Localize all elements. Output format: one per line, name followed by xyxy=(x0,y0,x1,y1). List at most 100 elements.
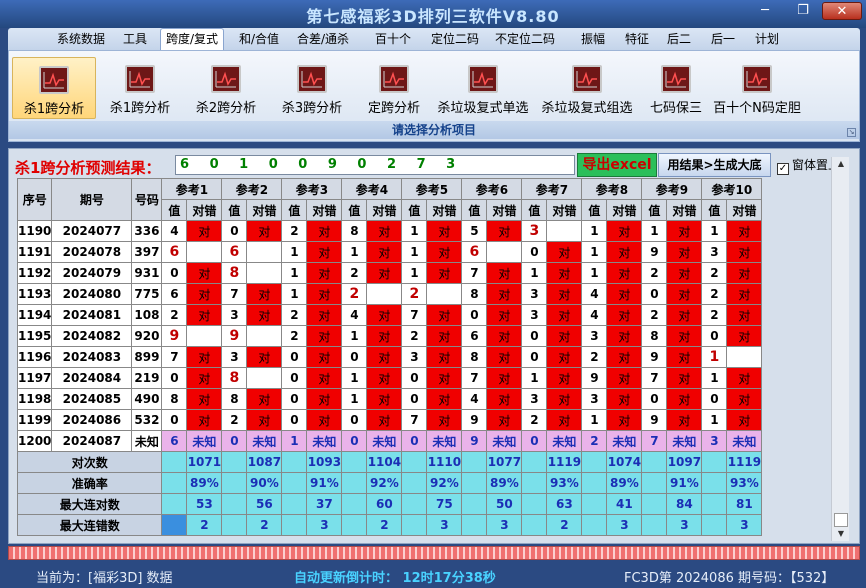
stats-value: 93% xyxy=(726,472,763,494)
menu-item[interactable]: 和/合值 xyxy=(234,31,284,49)
stats-spacer xyxy=(221,514,248,536)
ribbon-button[interactable]: 杀3跨分析 xyxy=(271,57,353,119)
cell-value: 0 xyxy=(341,409,368,431)
menu-item[interactable]: 百十个 xyxy=(370,31,416,49)
menu-item[interactable]: 不定位二码 xyxy=(490,31,560,49)
ribbon-button[interactable]: 杀2跨分析 xyxy=(185,57,267,119)
ribbon-button[interactable]: 杀1跨分析 xyxy=(99,57,181,119)
table-row[interactable]: 1199 2024086 532 0 对 2 对 0 对 0 对 7 对 9 对 2 对 1 对 9 对 1 对 xyxy=(16,409,763,431)
dialog-launcher-icon[interactable]: ↘ xyxy=(847,128,856,137)
maximize-button[interactable]: ❐ xyxy=(790,2,816,20)
cell-value: 3 xyxy=(581,325,608,347)
menu-item[interactable]: 后一 xyxy=(706,31,740,49)
prediction-result-field[interactable]: 6 0 1 0 0 9 0 2 7 3 xyxy=(175,155,575,175)
minimize-button[interactable]: ─ xyxy=(752,2,778,20)
cell-result: 对 xyxy=(546,241,583,263)
menu-item[interactable]: 跨度/复式 xyxy=(160,28,225,50)
stats-label: 最大连错数 xyxy=(16,514,163,536)
menu-item[interactable]: 后二 xyxy=(662,31,696,49)
cell-value: 9 xyxy=(461,409,488,431)
checkbox-check-icon[interactable]: ✓ xyxy=(777,163,789,175)
cell-result: 对 xyxy=(426,304,463,326)
cell-seq: 1195 xyxy=(16,325,53,347)
table-row[interactable]: 1198 2024085 490 8 对 8 对 0 对 1 对 0 对 4 对 3 对 3 对 0 对 0 对 xyxy=(16,388,763,410)
stats-value: 1071 xyxy=(186,451,223,473)
cell-value: 3 xyxy=(221,304,248,326)
ribbon-button[interactable]: 百十个N码定胆 xyxy=(711,57,803,119)
cell-number: 931 xyxy=(131,262,163,284)
table-row[interactable]: 1192 2024079 931 0 对 8 1 对 2 对 1 对 7 对 1 对 1 对 2 对 2 对 xyxy=(16,262,763,284)
col-result: 对错 xyxy=(666,199,703,221)
col-seq: 序号 xyxy=(16,178,53,221)
cell-value: 2 xyxy=(701,283,728,305)
ribbon-button[interactable]: 杀1跨分析 xyxy=(12,57,96,119)
ribbon-button-label: 杀垃圾复式单选 xyxy=(437,101,529,116)
menu-item[interactable]: 合差/通杀 xyxy=(292,31,354,49)
cell-value: 3 xyxy=(521,304,548,326)
cell-value: 0 xyxy=(521,325,548,347)
table-row[interactable]: 1191 2024078 397 6 6 1 对 1 对 1 对 6 0 对 1 对 9 对 3 对 xyxy=(16,241,763,263)
cell-result: 对 xyxy=(726,388,763,410)
cell-value: 0 xyxy=(341,430,368,452)
vertical-scrollbar[interactable]: ▲ ▼ xyxy=(831,157,849,541)
cell-result: 对 xyxy=(546,283,583,305)
cell-value: 0 xyxy=(221,220,248,242)
table-row[interactable]: 1193 2024080 775 6 对 7 对 1 对 2 2 8 对 3 对 4 对 0 对 2 对 xyxy=(16,283,763,305)
cell-value: 3 xyxy=(581,388,608,410)
cell-result: 对 xyxy=(486,346,523,368)
table-row-pending[interactable]: 1200 2024087 未知 6 未知 0 未知 1 未知 0 未知 0 未知 9 未知 0 未知 2 未知 7 未知… xyxy=(16,430,763,452)
menu-item[interactable]: 工具 xyxy=(118,31,152,49)
cell-result: 对 xyxy=(606,283,643,305)
menu-item[interactable]: 系统数据 xyxy=(52,31,110,49)
export-excel-button[interactable]: 导出excel xyxy=(577,153,657,177)
cell-result: 未知 xyxy=(426,430,463,452)
stats-value: 2 xyxy=(246,514,283,536)
stats-value: 1119 xyxy=(726,451,763,473)
cell-seq: 1193 xyxy=(16,283,53,305)
cell-result: 对 xyxy=(306,346,343,368)
stats-value: 3 xyxy=(666,514,703,536)
cell-seq: 1200 xyxy=(16,430,53,452)
cell-result: 对 xyxy=(546,409,583,431)
cell-result: 对 xyxy=(306,367,343,389)
close-button[interactable]: ✕ xyxy=(822,2,862,20)
cell-value: 2 xyxy=(641,304,668,326)
table-row[interactable]: 1197 2024084 219 0 对 8 0 对 1 对 0 对 7 对 1 对 9 对 7 对 1 对 xyxy=(16,367,763,389)
scrollbar-thumb[interactable] xyxy=(834,513,848,527)
cell-value: 2 xyxy=(281,304,308,326)
table-row[interactable]: 1196 2024083 899 7 对 3 对 0 对 0 对 3 对 8 对 0 对 2 对 9 对 1 xyxy=(16,346,763,368)
ribbon-button[interactable]: 七码保三 xyxy=(641,57,711,119)
menu-item[interactable]: 振幅 xyxy=(576,31,610,49)
scroll-down-icon[interactable]: ▼ xyxy=(833,527,849,541)
col-value: 值 xyxy=(641,199,668,221)
cell-value: 2 xyxy=(341,262,368,284)
stats-spacer xyxy=(581,514,608,536)
generate-base-button[interactable]: 用结果>生成大底 xyxy=(658,153,771,177)
menu-item[interactable]: 计划 xyxy=(750,31,784,49)
table-row[interactable]: 1194 2024081 108 2 对 3 对 2 对 4 对 7 对 0 对 3 对 4 对 2 对 2 对 xyxy=(16,304,763,326)
cell-result: 对 xyxy=(426,325,463,347)
col-result: 对错 xyxy=(486,199,523,221)
stats-value: 75 xyxy=(426,493,463,515)
cell-value: 1 xyxy=(281,262,308,284)
menu-item[interactable]: 特征 xyxy=(620,31,654,49)
stats-spacer xyxy=(161,493,188,515)
stats-value: 92% xyxy=(366,472,403,494)
cell-result: 未知 xyxy=(666,430,703,452)
ribbon-button[interactable]: 杀垃圾复式单选 xyxy=(433,57,533,119)
cell-value: 0 xyxy=(341,346,368,368)
cell-result: 对 xyxy=(726,262,763,284)
cell-result: 未知 xyxy=(606,430,643,452)
status-last-draw: FC3D第 2024086 期号码：【532】 xyxy=(624,571,835,586)
cell-value: 0 xyxy=(161,409,188,431)
cell-result: 对 xyxy=(726,367,763,389)
ribbon-button[interactable]: 定跨分析 xyxy=(355,57,433,119)
stats-spacer xyxy=(281,451,308,473)
ribbon-button[interactable]: 杀垃圾复式组选 xyxy=(537,57,637,119)
table-row[interactable]: 1190 2024077 336 4 对 0 对 2 对 8 对 1 对 5 对 3 1 对 1 对 1 对 xyxy=(16,220,763,242)
menu-item[interactable]: 定位二码 xyxy=(426,31,484,49)
table-row[interactable]: 1195 2024082 920 9 9 2 对 1 对 2 对 6 对 0 对 3 对 8 对 0 对 xyxy=(16,325,763,347)
cell-value: 1 xyxy=(281,241,308,263)
scroll-up-icon[interactable]: ▲ xyxy=(833,157,849,171)
cell-value: 0 xyxy=(641,388,668,410)
